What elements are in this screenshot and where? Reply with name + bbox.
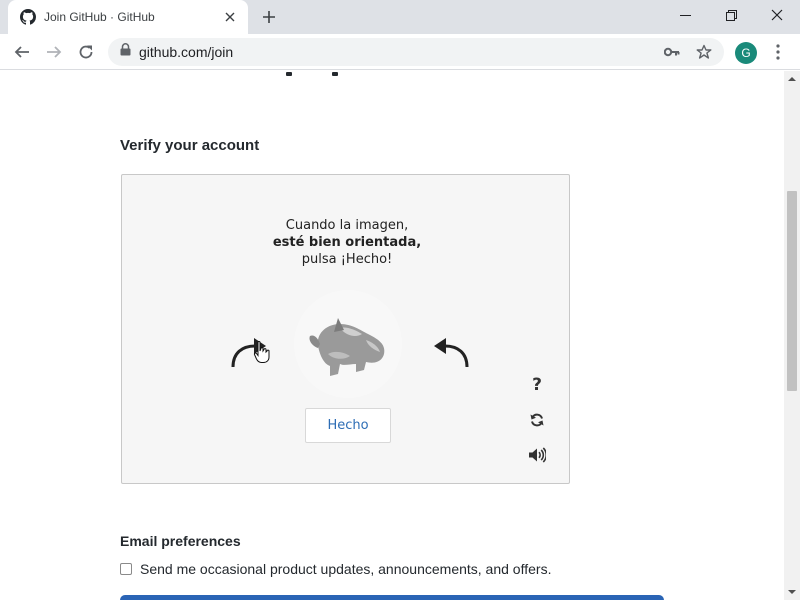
url-text: github.com/join	[139, 44, 234, 60]
close-window-icon[interactable]	[754, 0, 800, 30]
email-opt-in-checkbox[interactable]	[120, 563, 132, 575]
back-arrow-icon[interactable]	[8, 38, 36, 66]
reload-icon[interactable]	[72, 38, 100, 66]
tab-close-icon[interactable]	[222, 9, 238, 25]
rotate-right-icon[interactable]	[430, 335, 470, 371]
verify-account-title: Verify your account	[120, 137, 260, 154]
browser-tab[interactable]: Join GitHub · GitHub	[8, 0, 248, 34]
github-logo-icon	[20, 9, 36, 25]
hand-cursor-icon	[253, 340, 271, 364]
captcha-line-2: esté bien orientada,	[272, 235, 422, 250]
address-bar[interactable]: github.com/join	[108, 38, 724, 66]
captcha-panel: Cuando la imagen, esté bien orientada, p…	[121, 174, 570, 484]
minimize-icon[interactable]	[662, 0, 708, 30]
browser-toolbar: github.com/join G	[0, 34, 800, 70]
captcha-instructions: Cuando la imagen, esté bien orientada, p…	[122, 217, 572, 268]
key-icon[interactable]	[662, 42, 682, 62]
email-preferences-title: Email preferences	[120, 533, 241, 549]
more-menu-icon[interactable]	[768, 40, 788, 64]
lock-icon	[120, 43, 131, 61]
email-opt-in-row: Send me occasional product updates, anno…	[120, 561, 551, 577]
create-account-button[interactable]	[120, 595, 664, 600]
captcha-line-3: pulsa ¡Hecho!	[301, 252, 393, 267]
bookmark-star-icon[interactable]	[694, 42, 714, 62]
page-scrollbar[interactable]	[784, 71, 800, 600]
rotating-animal-image	[294, 290, 402, 398]
help-question-icon[interactable]: ?	[526, 374, 548, 396]
tab-strip: Join GitHub · GitHub	[0, 0, 800, 34]
captcha-line-1: Cuando la imagen,	[285, 218, 409, 233]
profile-avatar[interactable]: G	[735, 42, 757, 64]
restore-icon[interactable]	[708, 0, 754, 30]
refresh-icon[interactable]	[526, 409, 548, 431]
new-tab-icon[interactable]	[258, 6, 280, 28]
email-opt-in-label[interactable]: Send me occasional product updates, anno…	[140, 561, 551, 577]
clipped-heading-fragment	[284, 71, 344, 76]
scroll-up-icon[interactable]	[784, 71, 800, 87]
scroll-thumb[interactable]	[787, 190, 797, 391]
page-viewport: Verify your account Cuando la imagen, es…	[0, 71, 784, 600]
tab-title: Join GitHub · GitHub	[44, 10, 155, 24]
done-button[interactable]: Hecho	[305, 408, 391, 443]
forward-arrow-icon[interactable]	[40, 38, 68, 66]
scroll-down-icon[interactable]	[784, 584, 800, 600]
audio-speaker-icon[interactable]	[526, 444, 548, 466]
